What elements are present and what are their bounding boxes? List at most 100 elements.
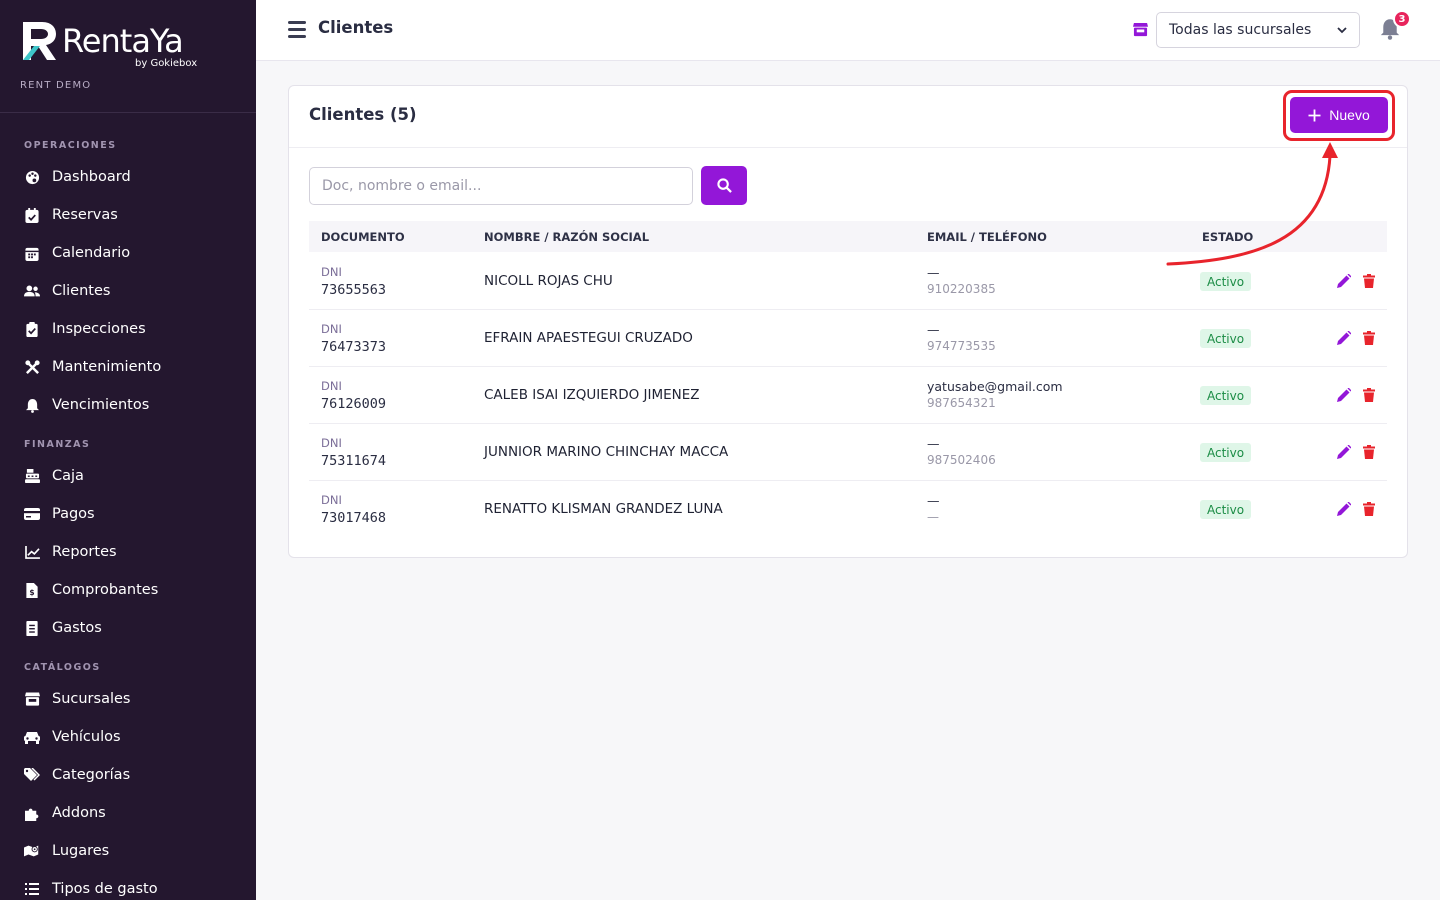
cash-register-icon: [24, 468, 40, 484]
card-title: Clientes (5): [309, 105, 417, 124]
sidebar-item-label: Clientes: [52, 283, 111, 299]
clipboard-check-icon: [24, 321, 40, 337]
notification-count-badge: 3: [1393, 10, 1411, 28]
car-icon: [24, 729, 40, 745]
sidebar: RentaYa by Gokiebox RENT DEMO OPERACIONE…: [0, 0, 256, 900]
puzzle-icon: [24, 805, 40, 821]
sidebar-item-sucursales[interactable]: Sucursales: [24, 687, 244, 711]
bell-icon: [24, 397, 40, 413]
table-row: DNI 76473373 EFRAIN APAESTEGUI CRUZADO —…: [309, 310, 1387, 367]
brand-subtitle: RENT DEMO: [20, 80, 92, 91]
sidebar-item-reservas[interactable]: Reservas: [24, 203, 244, 227]
sidebar-item-caja[interactable]: Caja: [24, 464, 244, 488]
sidebar-item-mantenimiento[interactable]: Mantenimiento: [24, 355, 244, 379]
calendar-icon: [24, 245, 40, 261]
sidebar-item-label: Pagos: [52, 506, 95, 522]
client-phone: 987502406: [927, 453, 996, 467]
status-badge: Activo: [1200, 500, 1252, 519]
sidebar-item-pagos[interactable]: Pagos: [24, 502, 244, 526]
edit-icon[interactable]: [1335, 443, 1353, 461]
nav-section-finanzas: FINANZAS: [24, 439, 91, 450]
credit-card-icon: [24, 506, 40, 522]
status-badge: Activo: [1200, 272, 1252, 291]
doc-type: DNI: [321, 493, 342, 507]
brand-by: by Gokiebox: [135, 58, 198, 69]
chevron-down-icon: [1337, 26, 1347, 33]
sidebar-item-label: Comprobantes: [52, 582, 159, 598]
doc-number: 76473373: [321, 339, 387, 355]
sidebar-item-tipos-de-gasto[interactable]: Tipos de gasto: [24, 877, 244, 900]
client-email: —: [927, 436, 940, 451]
client-name: CALEB ISAI IZQUIERDO JIMENEZ: [484, 387, 700, 403]
client-name: RENATTO KLISMAN GRANDEZ LUNA: [484, 501, 723, 517]
search-button[interactable]: [701, 166, 747, 205]
table-row: DNI 76126009 CALEB ISAI IZQUIERDO JIMENE…: [309, 367, 1387, 424]
brand: RentaYa by Gokiebox RENT DEMO: [0, 0, 256, 113]
sidebar-item-label: Caja: [52, 468, 84, 484]
branch-select-value: Todas las sucursales: [1169, 22, 1312, 38]
sidebar-item-vencimientos[interactable]: Vencimientos: [24, 393, 244, 417]
sidebar-item-inspecciones[interactable]: Inspecciones: [24, 317, 244, 341]
sidebar-item-dashboard[interactable]: Dashboard: [24, 165, 244, 189]
doc-number: 75311674: [321, 453, 387, 469]
status-badge: Activo: [1200, 386, 1252, 405]
table-row: DNI 73017468 RENATTO KLISMAN GRANDEZ LUN…: [309, 481, 1387, 538]
list-icon: [24, 881, 40, 897]
delete-icon[interactable]: [1360, 329, 1378, 347]
edit-icon[interactable]: [1335, 386, 1353, 404]
edit-icon[interactable]: [1335, 329, 1353, 347]
sidebar-item-gastos[interactable]: Gastos: [24, 616, 244, 640]
client-email: —: [927, 265, 940, 280]
table-header: DOCUMENTO NOMBRE / RAZÓN SOCIAL EMAIL / …: [309, 221, 1387, 252]
sidebar-item-label: Vehículos: [52, 729, 121, 745]
doc-number: 73655563: [321, 282, 387, 298]
sidebar-item-label: Reservas: [52, 207, 118, 223]
sidebar-item-categorias[interactable]: Categorías: [24, 763, 244, 787]
menu-toggle-icon[interactable]: [288, 21, 306, 38]
sidebar-item-label: Gastos: [52, 620, 102, 636]
receipt-icon: [24, 620, 40, 636]
column-header-nombre: NOMBRE / RAZÓN SOCIAL: [484, 230, 650, 244]
sidebar-item-label: Addons: [52, 805, 106, 821]
sidebar-item-comprobantes[interactable]: $ Comprobantes: [24, 578, 244, 602]
sidebar-item-clientes[interactable]: Clientes: [24, 279, 244, 303]
card-header: Clientes (5) Nuevo: [289, 86, 1407, 148]
sidebar-item-vehiculos[interactable]: Vehículos: [24, 725, 244, 749]
column-header-estado: ESTADO: [1202, 230, 1254, 244]
chart-line-icon: [24, 544, 40, 560]
client-name: NICOLL ROJAS CHU: [484, 273, 613, 289]
branch-select[interactable]: Todas las sucursales: [1156, 12, 1360, 48]
client-email: —: [927, 493, 940, 508]
topbar: Clientes Todas las sucursales 3: [256, 0, 1440, 61]
tools-icon: [24, 359, 40, 375]
sidebar-item-label: Tipos de gasto: [52, 881, 158, 897]
logo[interactable]: RentaYa: [20, 20, 236, 62]
invoice-icon: $: [24, 582, 40, 598]
calendar-check-icon: [24, 207, 40, 223]
sidebar-item-addons[interactable]: Addons: [24, 801, 244, 825]
edit-icon[interactable]: [1335, 500, 1353, 518]
edit-icon[interactable]: [1335, 272, 1353, 290]
search-input[interactable]: [309, 167, 693, 205]
client-email: —: [927, 322, 940, 337]
sidebar-item-label: Categorías: [52, 767, 131, 783]
search-icon: [716, 178, 732, 193]
client-email: yatusabe@gmail.com: [927, 379, 1063, 394]
delete-icon[interactable]: [1360, 272, 1378, 290]
sidebar-item-label: Dashboard: [52, 169, 131, 185]
delete-icon[interactable]: [1360, 500, 1378, 518]
sidebar-item-lugares[interactable]: Lugares: [24, 839, 244, 863]
svg-text:$: $: [29, 588, 34, 597]
sidebar-item-label: Mantenimiento: [52, 359, 162, 375]
sidebar-item-reportes[interactable]: Reportes: [24, 540, 244, 564]
sidebar-item-calendario[interactable]: Calendario: [24, 241, 244, 265]
nav-section-catalogos: CATÁLOGOS: [24, 662, 101, 673]
new-client-button[interactable]: Nuevo: [1290, 97, 1388, 133]
client-phone: —: [927, 510, 939, 524]
doc-type: DNI: [321, 379, 342, 393]
nav-section-operaciones: OPERACIONES: [24, 140, 117, 151]
status-badge: Activo: [1200, 329, 1252, 348]
delete-icon[interactable]: [1360, 386, 1378, 404]
delete-icon[interactable]: [1360, 443, 1378, 461]
plus-icon: [1308, 109, 1321, 121]
